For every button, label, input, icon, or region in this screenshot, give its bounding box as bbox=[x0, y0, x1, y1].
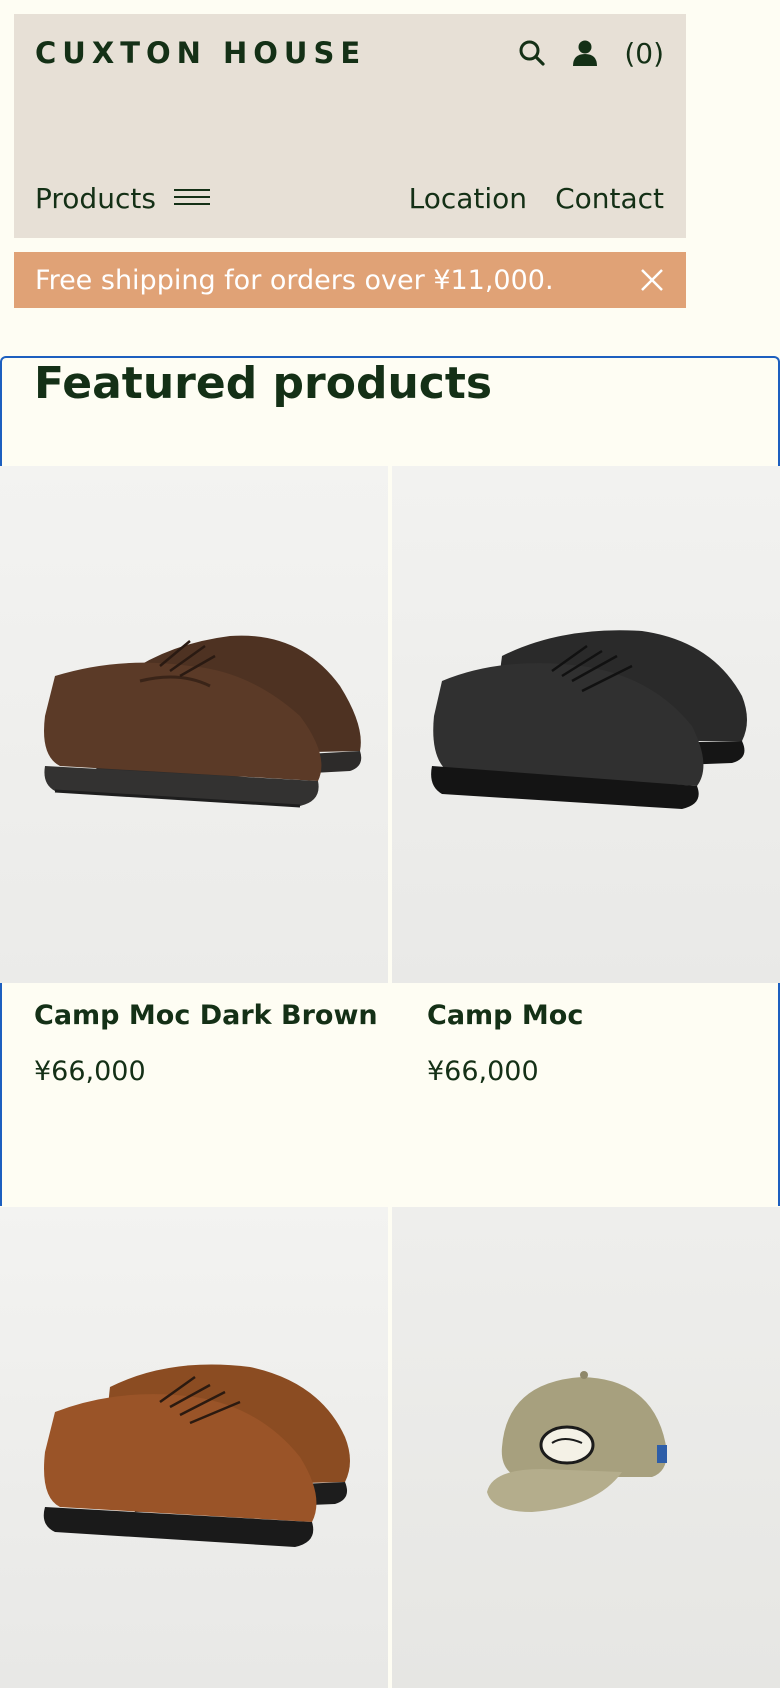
site-logo[interactable]: CUXTON HOUSE bbox=[35, 36, 366, 70]
product-name-1[interactable]: Camp Moc Dark Brown bbox=[34, 1000, 378, 1031]
products-menu[interactable]: Products bbox=[35, 182, 210, 215]
product-name-2[interactable]: Camp Moc bbox=[427, 1000, 583, 1031]
cart-button[interactable]: (0) bbox=[624, 37, 664, 70]
nav-products[interactable]: Products bbox=[35, 182, 156, 215]
product-image-4[interactable] bbox=[392, 1207, 780, 1688]
site-header: CUXTON HOUSE (0) Products Location Conta… bbox=[14, 14, 686, 238]
account-icon[interactable] bbox=[572, 39, 598, 67]
featured-products-title: Featured products bbox=[34, 358, 493, 409]
product-image-3[interactable] bbox=[0, 1207, 388, 1688]
nav-contact[interactable]: Contact bbox=[555, 182, 664, 215]
header-actions: (0) bbox=[518, 36, 664, 70]
search-icon[interactable] bbox=[518, 39, 546, 67]
nav-location[interactable]: Location bbox=[409, 182, 527, 215]
product-price-1: ¥66,000 bbox=[34, 1056, 146, 1087]
close-icon[interactable] bbox=[640, 268, 664, 292]
menu-icon[interactable] bbox=[173, 187, 210, 211]
product-image-camp-moc[interactable] bbox=[392, 466, 780, 983]
banner-text: Free shipping for orders over ¥11,000. bbox=[35, 264, 554, 296]
announcement-banner: Free shipping for orders over ¥11,000. bbox=[14, 252, 686, 308]
product-price-2: ¥66,000 bbox=[427, 1056, 539, 1087]
secondary-nav: Location Contact bbox=[409, 182, 664, 215]
product-image-camp-moc-dark-brown[interactable] bbox=[0, 466, 388, 983]
